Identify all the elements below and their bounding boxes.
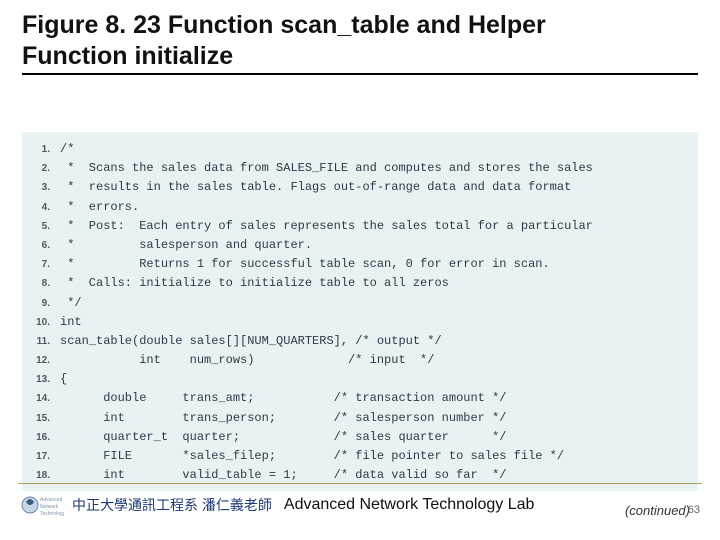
code-line: 11.scan_table(double sales[][NUM_QUARTER… bbox=[28, 332, 690, 351]
figure-number: Figure 8. 23 bbox=[22, 11, 161, 39]
code-line: 15. int trans_person; /* salesperson num… bbox=[28, 409, 690, 428]
line-number: 14. bbox=[28, 391, 60, 407]
code-text: { bbox=[60, 370, 67, 389]
line-number: 5. bbox=[28, 219, 60, 235]
code-text: FILE *sales_filep; /* file pointer to sa… bbox=[60, 447, 564, 466]
code-line: 14. double trans_amt; /* transaction amo… bbox=[28, 389, 690, 408]
footer: Advanced Network Technology 中正大學通訊工程系 潘仁… bbox=[0, 483, 720, 520]
line-number: 3. bbox=[28, 180, 60, 196]
line-number: 16. bbox=[28, 430, 60, 446]
code-line: 5. * Post: Each entry of sales represent… bbox=[28, 217, 690, 236]
line-number: 2. bbox=[28, 161, 60, 177]
code-line: 3. * results in the sales table. Flags o… bbox=[28, 178, 690, 197]
footer-rule bbox=[18, 483, 702, 484]
code-text: scan_table(double sales[][NUM_QUARTERS],… bbox=[60, 332, 442, 351]
code-line: 12. int num_rows) /* input */ bbox=[28, 351, 690, 370]
code-line: 16. quarter_t quarter; /* sales quarter … bbox=[28, 428, 690, 447]
code-text: double trans_amt; /* transaction amount … bbox=[60, 389, 506, 408]
code-text: */ bbox=[60, 294, 82, 313]
code-text: * salesperson and quarter. bbox=[60, 236, 312, 255]
code-line: 7. * Returns 1 for successful table scan… bbox=[28, 255, 690, 274]
line-number: 7. bbox=[28, 257, 60, 273]
line-number: 18. bbox=[28, 468, 60, 484]
footer-text-cn: 中正大學通訊工程系 潘仁義老師 bbox=[72, 495, 272, 515]
line-number: 9. bbox=[28, 296, 60, 312]
code-line: 6. * salesperson and quarter. bbox=[28, 236, 690, 255]
line-number: 15. bbox=[28, 411, 60, 427]
code-text: * results in the sales table. Flags out-… bbox=[60, 178, 571, 197]
lab-logo-icon: Advanced Network Technology bbox=[20, 490, 64, 520]
code-text: * Returns 1 for successful table scan, 0… bbox=[60, 255, 550, 274]
line-number: 1. bbox=[28, 142, 60, 158]
line-number: 6. bbox=[28, 238, 60, 254]
code-text: int bbox=[60, 313, 82, 332]
code-text: * Calls: initialize to initialize table … bbox=[60, 274, 449, 293]
code-text: * Post: Each entry of sales represents t… bbox=[60, 217, 593, 236]
page-number: 63 bbox=[688, 504, 700, 516]
code-text: int trans_person; /* salesperson number … bbox=[60, 409, 506, 428]
code-text: * Scans the sales data from SALES_FILE a… bbox=[60, 159, 593, 178]
code-text: int num_rows) /* input */ bbox=[60, 351, 434, 370]
slide-title: Figure 8. 23 Function scan_table and Hel… bbox=[22, 10, 698, 75]
line-number: 13. bbox=[28, 372, 60, 388]
svg-text:Technology: Technology bbox=[40, 511, 64, 517]
title-rest-1: Function scan_table and Helper bbox=[161, 11, 546, 39]
code-text: quarter_t quarter; /* sales quarter */ bbox=[60, 428, 506, 447]
code-line: 4. * errors. bbox=[28, 198, 690, 217]
svg-text:Network: Network bbox=[40, 504, 59, 510]
code-line: 10.int bbox=[28, 313, 690, 332]
line-number: 4. bbox=[28, 200, 60, 216]
line-number: 10. bbox=[28, 315, 60, 331]
code-listing: 1./*2. * Scans the sales data from SALES… bbox=[22, 132, 698, 491]
svg-text:Advanced: Advanced bbox=[40, 497, 62, 503]
code-line: 17. FILE *sales_filep; /* file pointer t… bbox=[28, 447, 690, 466]
line-number: 12. bbox=[28, 353, 60, 369]
code-text: /* bbox=[60, 140, 74, 159]
slide: Figure 8. 23 Function scan_table and Hel… bbox=[0, 0, 720, 540]
code-text: * errors. bbox=[60, 198, 139, 217]
line-number: 8. bbox=[28, 276, 60, 292]
code-line: 13.{ bbox=[28, 370, 690, 389]
content-area: 1./*2. * Scans the sales data from SALES… bbox=[22, 132, 698, 518]
title-rest-2: Function initialize bbox=[22, 42, 233, 70]
footer-text-en: Advanced Network Technology Lab bbox=[284, 496, 535, 514]
line-number: 11. bbox=[28, 334, 60, 350]
line-number: 17. bbox=[28, 449, 60, 465]
code-line: 1./* bbox=[28, 140, 690, 159]
code-line: 2. * Scans the sales data from SALES_FIL… bbox=[28, 159, 690, 178]
code-line: 8. * Calls: initialize to initialize tab… bbox=[28, 274, 690, 293]
code-line: 9. */ bbox=[28, 294, 690, 313]
